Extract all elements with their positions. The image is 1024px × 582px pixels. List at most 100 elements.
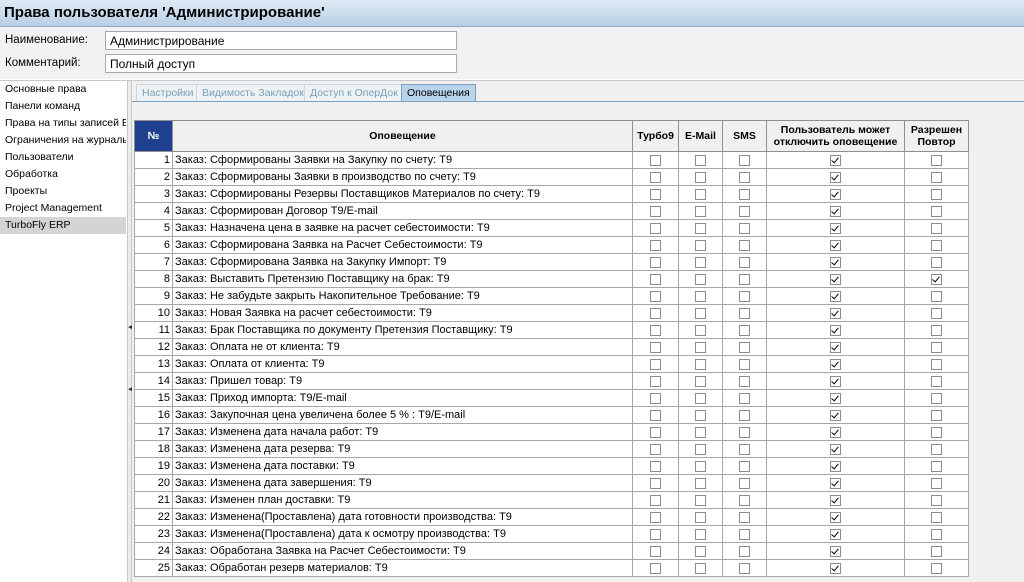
user-can-disable-checkbox[interactable] <box>830 239 841 251</box>
sms-checkbox[interactable] <box>739 324 750 336</box>
turbo-checkbox[interactable] <box>650 341 661 353</box>
table-row[interactable]: 19 Заказ: Изменена дата поставки: Т9 <box>134 457 969 475</box>
turbo-checkbox[interactable] <box>650 528 661 540</box>
turbo-checkbox[interactable] <box>650 426 661 438</box>
user-can-disable-checkbox[interactable] <box>830 545 841 557</box>
email-checkbox[interactable] <box>695 375 706 387</box>
email-checkbox[interactable] <box>695 171 706 183</box>
allow-repeat-checkbox[interactable] <box>931 562 942 574</box>
turbo-checkbox[interactable] <box>650 545 661 557</box>
table-row[interactable]: 15 Заказ: Приход импорта: Т9/E-mail <box>134 389 969 407</box>
allow-repeat-checkbox[interactable] <box>931 290 942 302</box>
turbo-checkbox[interactable] <box>650 324 661 336</box>
sms-checkbox[interactable] <box>739 154 750 166</box>
sms-checkbox[interactable] <box>739 545 750 557</box>
email-checkbox[interactable] <box>695 256 706 268</box>
sidebar-item-command-panels[interactable]: Панели команд <box>0 98 126 115</box>
allow-repeat-checkbox[interactable] <box>931 358 942 370</box>
header-num[interactable]: № <box>134 120 173 152</box>
email-checkbox[interactable] <box>695 290 706 302</box>
email-checkbox[interactable] <box>695 205 706 217</box>
user-can-disable-checkbox[interactable] <box>830 205 841 217</box>
allow-repeat-checkbox[interactable] <box>931 477 942 489</box>
table-row[interactable]: 24 Заказ: Обработана Заявка на Расчет Себ… <box>134 542 969 560</box>
sidebar-item-journal-restrictions[interactable]: Ограничения на журналь <box>0 132 126 149</box>
table-row[interactable]: 6 Заказ: Сформирована Заявка на Расчет Се… <box>134 236 969 254</box>
user-can-disable-checkbox[interactable] <box>830 460 841 472</box>
email-checkbox[interactable] <box>695 324 706 336</box>
user-can-disable-checkbox[interactable] <box>830 409 841 421</box>
user-can-disable-checkbox[interactable] <box>830 154 841 166</box>
turbo-checkbox[interactable] <box>650 205 661 217</box>
email-checkbox[interactable] <box>695 409 706 421</box>
table-row[interactable]: 9 Заказ: Не забудьте закрыть Накопительно… <box>134 287 969 305</box>
sidebar-item-processing[interactable]: Обработка <box>0 166 126 183</box>
turbo-checkbox[interactable] <box>650 375 661 387</box>
turbo-checkbox[interactable] <box>650 222 661 234</box>
table-row[interactable]: 14 Заказ: Пришел товар: Т9 <box>134 372 969 390</box>
email-checkbox[interactable] <box>695 341 706 353</box>
sms-checkbox[interactable] <box>739 375 750 387</box>
turbo-checkbox[interactable] <box>650 188 661 200</box>
user-can-disable-checkbox[interactable] <box>830 256 841 268</box>
turbo-checkbox[interactable] <box>650 477 661 489</box>
email-checkbox[interactable] <box>695 154 706 166</box>
table-row[interactable]: 23 Заказ: Изменена(Проставлена) дата к ос… <box>134 525 969 543</box>
turbo-checkbox[interactable] <box>650 392 661 404</box>
turbo-checkbox[interactable] <box>650 256 661 268</box>
sms-checkbox[interactable] <box>739 205 750 217</box>
user-can-disable-checkbox[interactable] <box>830 375 841 387</box>
turbo-checkbox[interactable] <box>650 273 661 285</box>
sidebar-item-projects[interactable]: Проекты <box>0 183 126 200</box>
table-row[interactable]: 7 Заказ: Сформирована Заявка на Закупку И… <box>134 253 969 271</box>
header-turbo[interactable]: Турбо9 <box>632 120 679 152</box>
user-can-disable-checkbox[interactable] <box>830 290 841 302</box>
allow-repeat-checkbox[interactable] <box>931 256 942 268</box>
table-row[interactable]: 17 Заказ: Изменена дата начала работ: Т9 <box>134 423 969 441</box>
sms-checkbox[interactable] <box>739 222 750 234</box>
email-checkbox[interactable] <box>695 273 706 285</box>
email-checkbox[interactable] <box>695 494 706 506</box>
header-user-can-disable[interactable]: Пользователь может отключить оповещение <box>766 120 905 152</box>
allow-repeat-checkbox[interactable] <box>931 375 942 387</box>
header-alert[interactable]: Оповещение <box>172 120 633 152</box>
sms-checkbox[interactable] <box>739 426 750 438</box>
sms-checkbox[interactable] <box>739 358 750 370</box>
allow-repeat-checkbox[interactable] <box>931 205 942 217</box>
sms-checkbox[interactable] <box>739 528 750 540</box>
user-can-disable-checkbox[interactable] <box>830 477 841 489</box>
table-row[interactable]: 1 Заказ: Сформированы Заявки на Закупку п… <box>134 151 969 169</box>
sms-checkbox[interactable] <box>739 188 750 200</box>
allow-repeat-checkbox[interactable] <box>931 426 942 438</box>
table-row[interactable]: 5 Заказ: Назначена цена в заявке на расче… <box>134 219 969 237</box>
table-row[interactable]: 11 Заказ: Брак Поставщика по документу Пр… <box>134 321 969 339</box>
email-checkbox[interactable] <box>695 460 706 472</box>
turbo-checkbox[interactable] <box>650 511 661 523</box>
sms-checkbox[interactable] <box>739 477 750 489</box>
allow-repeat-checkbox[interactable] <box>931 171 942 183</box>
sms-checkbox[interactable] <box>739 443 750 455</box>
user-can-disable-checkbox[interactable] <box>830 341 841 353</box>
allow-repeat-checkbox[interactable] <box>931 273 942 285</box>
user-can-disable-checkbox[interactable] <box>830 392 841 404</box>
user-can-disable-checkbox[interactable] <box>830 426 841 438</box>
user-can-disable-checkbox[interactable] <box>830 307 841 319</box>
user-can-disable-checkbox[interactable] <box>830 528 841 540</box>
allow-repeat-checkbox[interactable] <box>931 307 942 319</box>
turbo-checkbox[interactable] <box>650 239 661 251</box>
allow-repeat-checkbox[interactable] <box>931 528 942 540</box>
sms-checkbox[interactable] <box>739 494 750 506</box>
sms-checkbox[interactable] <box>739 392 750 404</box>
user-can-disable-checkbox[interactable] <box>830 358 841 370</box>
name-field[interactable]: Администрирование <box>105 31 457 50</box>
allow-repeat-checkbox[interactable] <box>931 222 942 234</box>
allow-repeat-checkbox[interactable] <box>931 409 942 421</box>
sidebar-item-basic-rights[interactable]: Основные права <box>0 81 126 98</box>
sidebar-item-record-type-rights[interactable]: Права на типы записей Е <box>0 115 126 132</box>
allow-repeat-checkbox[interactable] <box>931 324 942 336</box>
tab-settings[interactable]: Настройки <box>136 84 200 101</box>
email-checkbox[interactable] <box>695 188 706 200</box>
table-row[interactable]: 18 Заказ: Изменена дата резерва: Т9 <box>134 440 969 458</box>
sms-checkbox[interactable] <box>739 307 750 319</box>
turbo-checkbox[interactable] <box>650 460 661 472</box>
